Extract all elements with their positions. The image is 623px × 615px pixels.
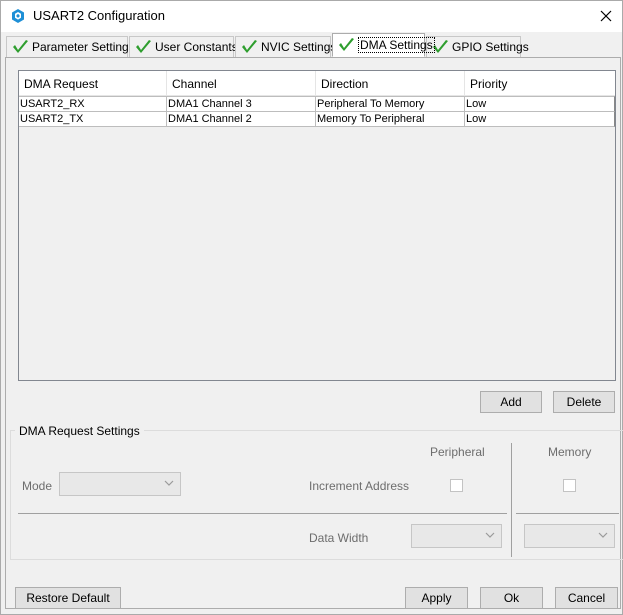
app-icon	[12, 9, 24, 23]
table-row[interactable]: USART2_TX DMA1 Channel 2 Memory To Perip…	[19, 111, 615, 127]
cell-channel: DMA1 Channel 3	[167, 97, 316, 111]
ok-button[interactable]: Ok	[480, 587, 543, 609]
increment-address-label: Increment Address	[309, 479, 410, 493]
restore-default-button[interactable]: Restore Default	[15, 587, 121, 609]
add-button[interactable]: Add	[480, 391, 542, 413]
cell-priority: Low	[466, 98, 487, 110]
dma-request-table[interactable]: DMA Request Channel Direction Priority U…	[18, 70, 616, 381]
divider-line	[516, 513, 619, 514]
table-header: DMA Request Channel Direction Priority	[19, 71, 615, 96]
tab-gpio-settings[interactable]: GPIO Settings	[426, 36, 529, 57]
tab-label: Parameter Settings	[32, 40, 135, 54]
data-width-label: Data Width	[309, 531, 369, 545]
column-header-dma-request[interactable]: DMA Request	[19, 71, 167, 96]
table-row[interactable]: USART2_RX DMA1 Channel 3 Peripheral To M…	[19, 96, 615, 112]
delete-button[interactable]: Delete	[553, 391, 615, 413]
tab-strip: Parameter Settings User Constants NVIC S…	[5, 33, 621, 57]
tab-nvic-settings[interactable]: NVIC Settings	[235, 36, 336, 57]
mode-label: Mode	[22, 479, 53, 493]
title-bar: USART2 Configuration	[1, 1, 622, 32]
apply-button[interactable]: Apply	[405, 587, 468, 609]
column-header-channel[interactable]: Channel	[167, 71, 316, 96]
tab-label: NVIC Settings	[261, 40, 337, 54]
column-header-direction[interactable]: Direction	[316, 71, 465, 96]
chevron-down-icon	[598, 532, 608, 538]
dma-request-settings-group: DMA Request Settings Peripheral Memory M…	[10, 424, 623, 560]
tab-parameter-settings[interactable]: Parameter Settings	[6, 36, 135, 57]
cancel-button[interactable]: Cancel	[555, 587, 618, 609]
chevron-down-icon	[485, 532, 495, 538]
column-header-priority[interactable]: Priority	[465, 71, 615, 96]
check-icon	[339, 38, 354, 51]
close-icon	[600, 10, 612, 22]
dma-settings-panel: DMA Request Channel Direction Priority U…	[5, 57, 623, 609]
memory-column-label: Memory	[548, 445, 592, 459]
check-icon	[136, 40, 151, 53]
cell-direction: Memory To Peripheral	[316, 112, 465, 126]
chevron-down-icon	[164, 480, 174, 486]
mode-select[interactable]	[59, 472, 181, 496]
peripheral-data-width-select[interactable]	[411, 524, 502, 548]
cell-priority: Low	[466, 113, 487, 125]
close-button[interactable]	[592, 1, 622, 32]
cell-direction: Peripheral To Memory	[316, 97, 465, 111]
divider-line	[18, 513, 507, 514]
memory-increment-checkbox[interactable]	[563, 479, 576, 492]
peripheral-increment-checkbox[interactable]	[450, 479, 463, 492]
tab-label: User Constants	[155, 40, 238, 54]
check-icon	[13, 40, 28, 53]
usart2-configuration-dialog: USART2 Configuration Parameter Settings …	[0, 0, 623, 615]
memory-data-width-select[interactable]	[524, 524, 615, 548]
group-title: DMA Request Settings	[15, 424, 144, 438]
check-icon	[242, 40, 257, 53]
tab-label: DMA Settings	[358, 37, 435, 53]
cell-dma-request: USART2_TX	[19, 112, 167, 126]
tab-label: GPIO Settings	[452, 40, 529, 54]
cell-channel: DMA1 Channel 2	[167, 112, 316, 126]
column-divider	[511, 443, 512, 557]
tab-dma-settings[interactable]: DMA Settings	[332, 33, 435, 57]
peripheral-column-label: Peripheral	[430, 445, 485, 459]
cell-dma-request: USART2_RX	[19, 97, 167, 111]
window-title: USART2 Configuration	[33, 8, 165, 23]
tab-user-constants[interactable]: User Constants	[129, 36, 238, 57]
